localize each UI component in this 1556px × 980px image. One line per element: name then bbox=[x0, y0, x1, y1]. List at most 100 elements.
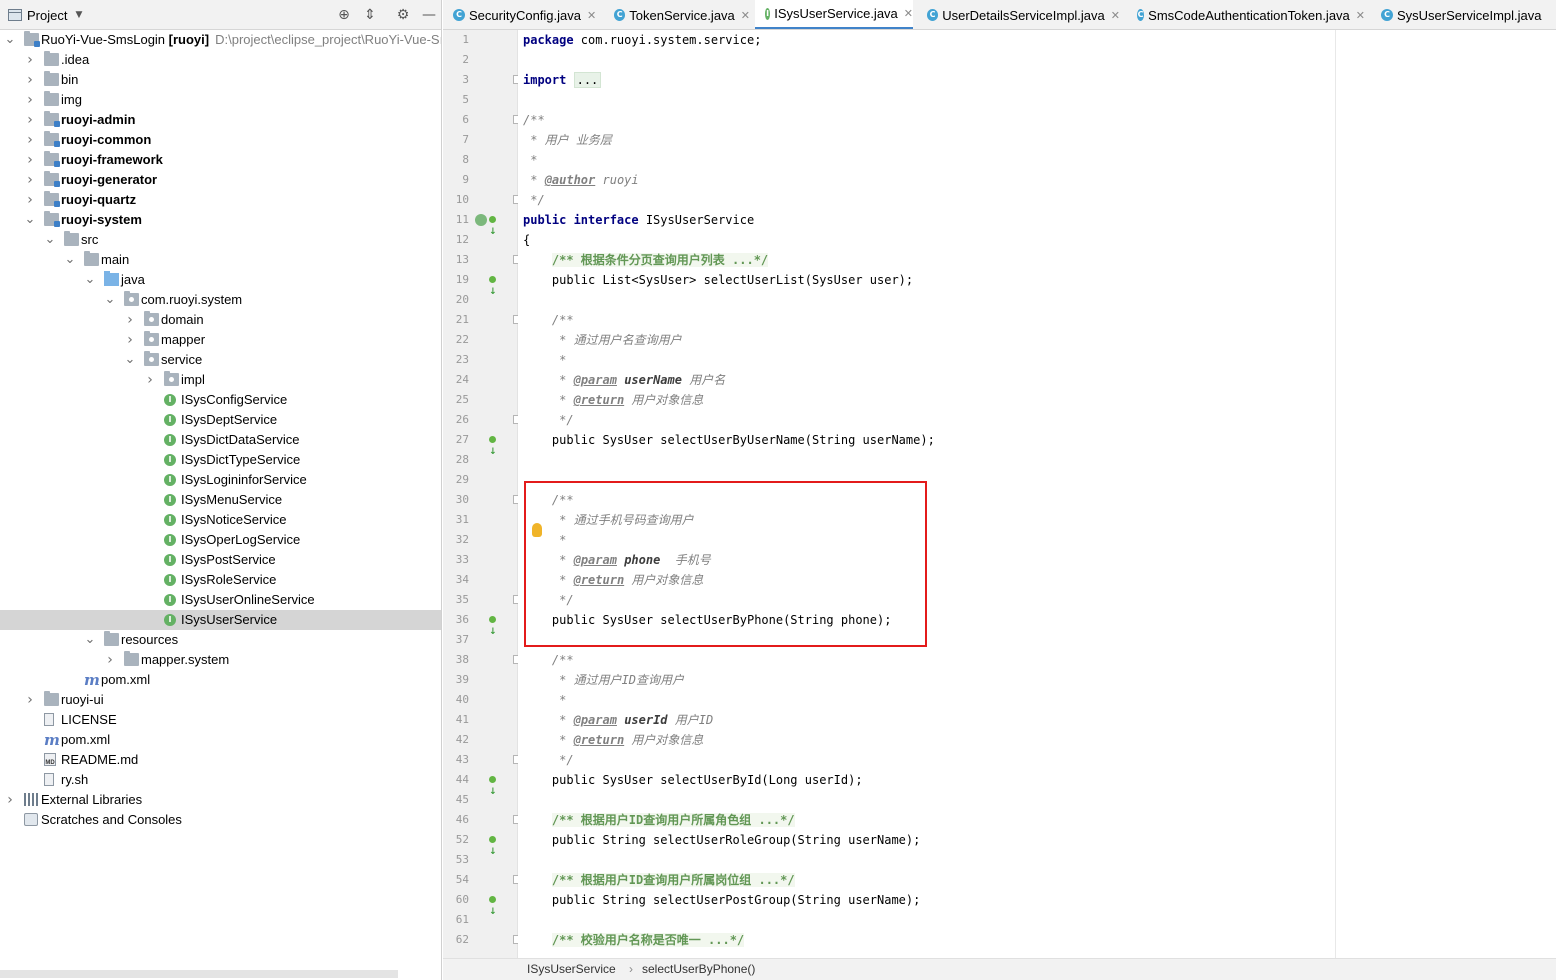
code-line[interactable]: * bbox=[523, 690, 566, 710]
code-line[interactable]: */ bbox=[523, 410, 573, 430]
code-line[interactable]: package com.ruoyi.system.service; bbox=[523, 30, 761, 50]
chevron-down-icon[interactable]: ⌄ bbox=[64, 253, 76, 267]
chevron-right-icon[interactable]: › bbox=[24, 173, 36, 187]
folded-doc-comment[interactable]: /** 根据条件分页查询用户列表 ...*/ bbox=[551, 253, 769, 267]
code-line[interactable]: public List<SysUser> selectUserList(SysU… bbox=[523, 270, 913, 290]
code-line[interactable]: * @param userName 用户名 bbox=[523, 370, 725, 390]
project-view-selector[interactable]: Project ▼ bbox=[8, 7, 82, 23]
tree-item[interactable]: ry.sh bbox=[0, 770, 441, 790]
chevron-right-icon[interactable]: › bbox=[24, 53, 36, 67]
tree-item[interactable]: I ISysLogininforService bbox=[0, 470, 441, 490]
chevron-down-icon[interactable]: ⌄ bbox=[124, 353, 136, 367]
chevron-down-icon[interactable]: ⌄ bbox=[4, 33, 16, 47]
chevron-right-icon[interactable]: › bbox=[4, 793, 16, 807]
code-line[interactable]: * 通过用户名查询用户 bbox=[523, 330, 681, 350]
code-line[interactable]: public SysUser selectUserById(Long userI… bbox=[523, 770, 863, 790]
code-line[interactable]: * 用户 业务层 bbox=[523, 130, 612, 150]
chevron-down-icon[interactable]: ⌄ bbox=[24, 213, 36, 227]
tree-item[interactable]: › mapper bbox=[0, 330, 441, 350]
tree-item[interactable]: LICENSE bbox=[0, 710, 441, 730]
folded-region[interactable]: ... bbox=[573, 72, 602, 88]
code-line[interactable]: * @return 用户对象信息 bbox=[523, 730, 703, 750]
tree-item[interactable]: I ISysRoleService bbox=[0, 570, 441, 590]
collapse-all-icon[interactable]: ⇕ bbox=[361, 6, 379, 24]
tree-item[interactable]: › img bbox=[0, 90, 441, 110]
implemented-marker-icon[interactable]: ↓ bbox=[489, 274, 503, 297]
breadcrumb-method[interactable]: selectUserByPhone() bbox=[642, 959, 755, 979]
code-line[interactable]: public String selectUserRoleGroup(String… bbox=[523, 830, 920, 850]
close-icon[interactable]: ✕ bbox=[1111, 9, 1120, 22]
code-line[interactable]: * @param userId 用户ID bbox=[523, 710, 713, 730]
implemented-marker-icon[interactable]: ↓ bbox=[489, 214, 503, 237]
tree-item[interactable]: › bin bbox=[0, 70, 441, 90]
close-icon[interactable]: ✕ bbox=[1356, 9, 1365, 22]
editor-tab[interactable]: C UserDetailsServiceImpl.java ✕ bbox=[917, 0, 1120, 29]
implemented-marker-icon[interactable]: ↓ bbox=[489, 434, 503, 457]
code-line[interactable]: */ bbox=[523, 750, 573, 770]
chevron-down-icon[interactable]: ⌄ bbox=[104, 293, 116, 307]
editor-tab[interactable]: C SysUserServiceImpl.java bbox=[1371, 0, 1556, 29]
folded-doc-comment[interactable]: /** 根据用户ID查询用户所属角色组 ...*/ bbox=[551, 813, 795, 827]
tree-item[interactable]: › ruoyi-framework bbox=[0, 150, 441, 170]
chevron-right-icon[interactable]: › bbox=[24, 73, 36, 87]
tree-item[interactable]: I ISysPostService bbox=[0, 550, 441, 570]
tree-item[interactable]: Scratches and Consoles bbox=[0, 810, 441, 830]
project-horizontal-scrollbar[interactable] bbox=[0, 970, 398, 978]
hide-panel-icon[interactable]: — bbox=[420, 6, 438, 24]
code-line[interactable]: { bbox=[523, 230, 530, 250]
code-line[interactable]: public interface ISysUserService bbox=[523, 210, 754, 230]
implemented-marker-icon[interactable]: ↓ bbox=[489, 614, 503, 637]
code-line[interactable]: * bbox=[523, 350, 566, 370]
tree-item[interactable]: › ruoyi-common bbox=[0, 130, 441, 150]
tree-item[interactable]: ⌄ main bbox=[0, 250, 441, 270]
chevron-down-icon[interactable]: ⌄ bbox=[84, 273, 96, 287]
tree-item[interactable]: › mapper.system bbox=[0, 650, 441, 670]
close-icon[interactable]: ✕ bbox=[587, 9, 596, 22]
chevron-right-icon[interactable]: › bbox=[124, 333, 136, 347]
tree-item[interactable]: ⌄ src bbox=[0, 230, 441, 250]
breadcrumb-class[interactable]: ISysUserService bbox=[527, 959, 616, 979]
locate-file-icon[interactable]: ⊕ bbox=[335, 6, 353, 24]
implemented-marker-icon[interactable]: ↓ bbox=[489, 834, 503, 857]
editor-tab[interactable]: C SecurityConfig.java ✕ bbox=[443, 0, 599, 29]
editor-tab[interactable]: C TokenService.java ✕ bbox=[604, 0, 750, 29]
code-line[interactable]: /** 根据用户ID查询用户所属岗位组 ...*/ bbox=[523, 870, 795, 890]
chevron-right-icon[interactable]: › bbox=[24, 153, 36, 167]
tree-item[interactable]: › ruoyi-generator bbox=[0, 170, 441, 190]
spring-bean-icon[interactable] bbox=[475, 214, 487, 226]
tree-item[interactable]: ⌄ java bbox=[0, 270, 441, 290]
code-line[interactable]: public String selectUserPostGroup(String… bbox=[523, 890, 920, 910]
editor-tab[interactable]: I ISysUserService.java ✕ bbox=[755, 0, 913, 29]
tree-item[interactable]: ⌄ ruoyi-system bbox=[0, 210, 441, 230]
tree-item[interactable]: I ISysMenuService bbox=[0, 490, 441, 510]
tree-item[interactable]: › ruoyi-quartz bbox=[0, 190, 441, 210]
tree-item[interactable]: I ISysUserOnlineService bbox=[0, 590, 441, 610]
code-line[interactable]: /** bbox=[523, 650, 574, 670]
tree-item[interactable]: MD README.md bbox=[0, 750, 441, 770]
tree-item[interactable]: I ISysConfigService bbox=[0, 390, 441, 410]
chevron-right-icon[interactable]: › bbox=[24, 113, 36, 127]
implemented-marker-icon[interactable]: ↓ bbox=[489, 774, 503, 797]
tree-item[interactable]: › impl bbox=[0, 370, 441, 390]
chevron-down-icon[interactable]: ⌄ bbox=[84, 633, 96, 647]
chevron-right-icon[interactable]: › bbox=[104, 653, 116, 667]
tree-item[interactable]: › .idea bbox=[0, 50, 441, 70]
code-line[interactable]: * @return 用户对象信息 bbox=[523, 390, 703, 410]
chevron-right-icon[interactable]: › bbox=[24, 133, 36, 147]
code-line[interactable]: * @author ruoyi bbox=[523, 170, 638, 190]
tree-item[interactable]: I ISysDictTypeService bbox=[0, 450, 441, 470]
folded-doc-comment[interactable]: /** 根据用户ID查询用户所属岗位组 ...*/ bbox=[551, 873, 795, 887]
gear-icon[interactable]: ⚙ bbox=[394, 6, 412, 24]
editor-tab[interactable]: C SmsCodeAuthenticationToken.java ✕ bbox=[1127, 0, 1365, 29]
code-line[interactable]: import ... bbox=[523, 70, 602, 90]
chevron-right-icon[interactable]: › bbox=[144, 373, 156, 387]
chevron-right-icon[interactable]: › bbox=[24, 93, 36, 107]
tree-item[interactable]: › External Libraries bbox=[0, 790, 441, 810]
tree-item[interactable]: › ruoyi-ui bbox=[0, 690, 441, 710]
implemented-marker-icon[interactable]: ↓ bbox=[489, 894, 503, 917]
code-line[interactable]: /** bbox=[523, 310, 574, 330]
chevron-right-icon[interactable]: › bbox=[24, 193, 36, 207]
tree-item[interactable]: ⌄ com.ruoyi.system bbox=[0, 290, 441, 310]
tree-item[interactable]: › ruoyi-admin bbox=[0, 110, 441, 130]
tree-item[interactable]: I ISysDictDataService bbox=[0, 430, 441, 450]
